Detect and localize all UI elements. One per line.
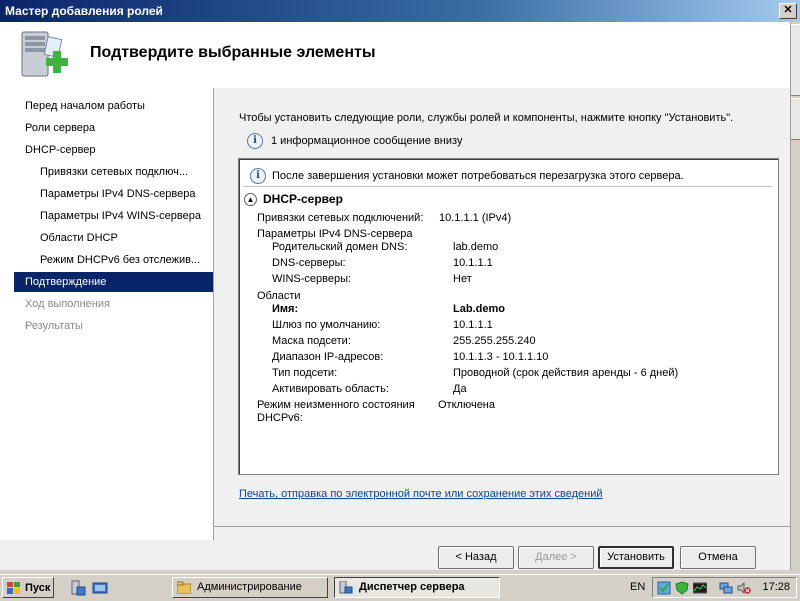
- wizard-steps-nav: Перед началом работы Роли сервера DHCP-с…: [14, 96, 214, 536]
- parent-domain-value: lab.demo: [453, 241, 499, 253]
- notice-text: После завершения установки может потребо…: [272, 170, 684, 182]
- right-scroll-strip: [790, 22, 800, 570]
- windows-logo-icon: [7, 582, 20, 594]
- wizard-header: Подтвердите выбранные элементы: [0, 22, 790, 89]
- print-email-save-link[interactable]: Печать, отправка по электронной почте ил…: [239, 488, 603, 500]
- info-count-text: 1 информационное сообщение внизу: [271, 135, 463, 147]
- wins-servers-value: Нет: [453, 273, 472, 285]
- nav-item-progress: Ход выполнения: [25, 298, 110, 310]
- dns-servers-label: DNS-серверы:: [272, 257, 346, 269]
- bindings-label: Привязки сетевых подключений:: [257, 212, 424, 224]
- restart-notice: i После завершения установки может потреб…: [250, 168, 684, 184]
- performance-icon[interactable]: [693, 581, 707, 595]
- page-title: Подтвердите выбранные элементы: [90, 44, 376, 61]
- scope-name-value: Lab.demo: [453, 303, 505, 315]
- task-server-manager[interactable]: Диспетчер сервера: [334, 577, 500, 598]
- info-icon: i: [250, 168, 266, 184]
- info-icon: i: [247, 133, 263, 149]
- close-button[interactable]: ✕: [779, 3, 797, 19]
- next-button: Далее >: [518, 546, 594, 569]
- dns-params-label: Параметры IPv4 DNS-сервера: [257, 228, 413, 240]
- section-title: DHCP-сервер: [263, 192, 343, 206]
- nav-item-server-roles[interactable]: Роли сервера: [14, 118, 213, 138]
- ip-range-label: Диапазон IP-адресов:: [272, 351, 384, 363]
- title-bar[interactable]: Мастер добавления ролей ✕: [0, 0, 800, 22]
- taskbar: Пуск Администрирование Диспетчер сервера…: [0, 574, 800, 601]
- info-summary: i 1 информационное сообщение внизу: [247, 133, 462, 149]
- add-roles-wizard-window: Мастер добавления ролей ✕ Подтвердите вы…: [0, 0, 800, 570]
- nav-item-dhcp-scopes[interactable]: Области DHCP: [14, 228, 213, 248]
- subnet-type-value: Проводной (срок действия аренды - 6 дней…: [453, 367, 679, 379]
- section-header-dhcp[interactable]: ▲ DHCP-сервер: [244, 192, 343, 207]
- subnet-mask-label: Маска подсети:: [272, 335, 351, 347]
- install-button[interactable]: Установить: [598, 546, 674, 569]
- show-desktop-icon[interactable]: [92, 580, 108, 596]
- server-add-icon: [21, 31, 68, 77]
- network-icon[interactable]: [719, 581, 733, 595]
- action-center-icon[interactable]: [657, 581, 671, 595]
- subnet-mask-value: 255.255.255.240: [453, 335, 536, 347]
- ip-range-value: 10.1.1.3 - 10.1.1.10: [453, 351, 549, 363]
- button-divider: [214, 526, 790, 527]
- dns-servers-value: 10.1.1.1: [453, 257, 493, 269]
- nav-item-confirmation[interactable]: Подтверждение: [14, 272, 213, 292]
- task-label: Администрирование: [197, 581, 302, 593]
- confirmation-details-box[interactable]: i После завершения установки может потреб…: [238, 158, 779, 475]
- notice-divider: [243, 186, 772, 187]
- cancel-button[interactable]: Отмена: [680, 546, 756, 569]
- nav-item-ipv4-wins-settings[interactable]: Параметры IPv4 WINS-сервера: [14, 206, 213, 226]
- server-manager-quicklaunch-icon[interactable]: [70, 580, 86, 596]
- activate-scope-value: Да: [453, 383, 467, 395]
- wins-servers-label: WINS-серверы:: [272, 273, 352, 285]
- folder-tools-icon: [177, 581, 191, 594]
- activate-scope-label: Активировать область:: [272, 383, 389, 395]
- window-title: Мастер добавления ролей: [5, 4, 163, 18]
- nav-item-ipv4-dns-settings[interactable]: Параметры IPv4 DNS-сервера: [14, 184, 213, 204]
- system-tray: 17:28: [652, 577, 797, 598]
- main-panel: Чтобы установить следующие роли, службы …: [214, 88, 790, 569]
- scope-name-label: Имя:: [272, 303, 299, 315]
- stateless-mode-label-cont: DHCPv6:: [257, 412, 303, 424]
- nav-item-dhcpv6-stateless[interactable]: Режим DHCPv6 без отслежив...: [14, 250, 213, 270]
- gateway-label: Шлюз по умолчанию:: [272, 319, 381, 331]
- scopes-label: Области: [257, 290, 301, 302]
- nav-item-network-bindings[interactable]: Привязки сетевых подключ...: [14, 162, 213, 182]
- parent-domain-label: Родительский домен DNS:: [272, 241, 408, 253]
- server-manager-icon: [339, 581, 353, 594]
- nav-item-dhcp-server[interactable]: DHCP-сервер: [14, 140, 213, 160]
- instruction-text: Чтобы установить следующие роли, службы …: [239, 112, 734, 124]
- task-label: Диспетчер сервера: [359, 581, 465, 593]
- nav-item-results: Результаты: [25, 320, 83, 332]
- subnet-type-label: Тип подсети:: [272, 367, 338, 379]
- chevron-up-icon[interactable]: ▲: [244, 193, 257, 207]
- gateway-value: 10.1.1.1: [453, 319, 493, 331]
- language-indicator[interactable]: EN: [630, 581, 645, 593]
- security-check-icon[interactable]: [675, 581, 689, 595]
- start-button[interactable]: Пуск: [2, 577, 54, 598]
- stateless-mode-value: Отключена: [438, 399, 495, 411]
- nav-item-before-you-begin[interactable]: Перед началом работы: [14, 96, 213, 116]
- volume-muted-icon[interactable]: [737, 581, 751, 595]
- stateless-mode-label: Режим неизменного состояния: [257, 399, 415, 411]
- back-button[interactable]: < Назад: [438, 546, 514, 569]
- task-administration[interactable]: Администрирование: [172, 577, 328, 598]
- bindings-value: 10.1.1.1 (IPv4): [439, 212, 512, 224]
- clock[interactable]: 17:28: [762, 581, 790, 593]
- start-label: Пуск: [25, 582, 51, 594]
